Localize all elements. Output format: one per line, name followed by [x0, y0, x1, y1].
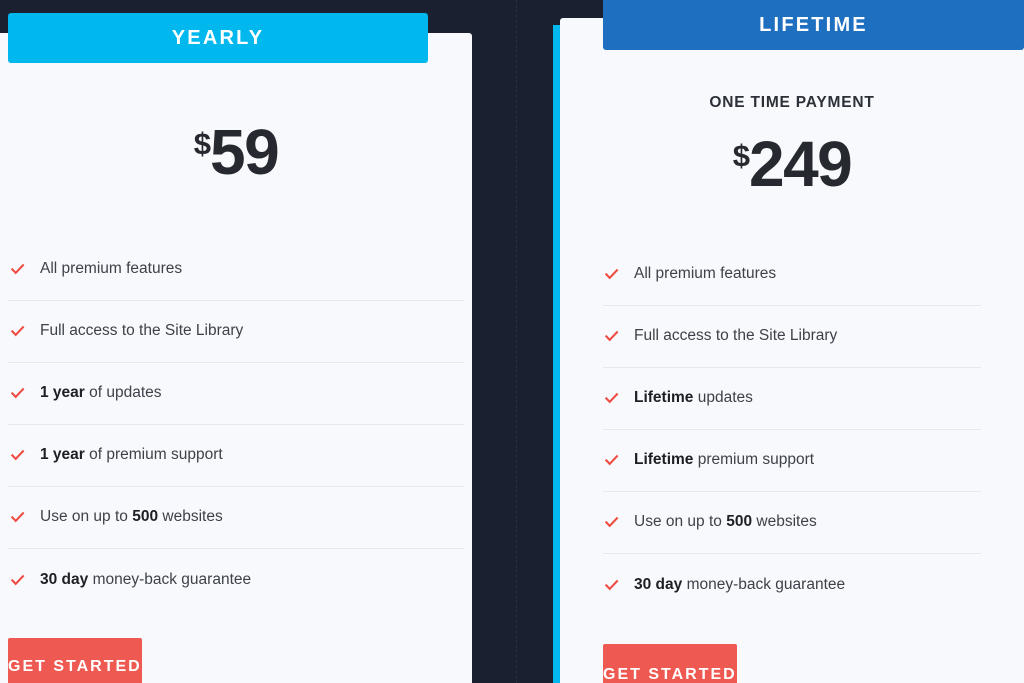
- check-icon: [10, 511, 25, 523]
- feature-label: Full access to the Site Library: [40, 322, 244, 340]
- check-icon: [604, 268, 619, 280]
- feature-item: Lifetime premium support: [603, 430, 981, 492]
- price-amount: 59: [210, 116, 280, 188]
- check-icon: [10, 574, 25, 585]
- feature-label: All premium features: [40, 260, 183, 278]
- pricing-card-lifetime: ONE TIME PAYMENT $249 All premium featur…: [560, 18, 1024, 683]
- check-icon: [10, 449, 25, 461]
- feature-item: 1 year of updates: [8, 363, 464, 425]
- price-amount: 249: [748, 128, 853, 200]
- background-dashed-divider: [516, 0, 517, 683]
- feature-label: Full access to the Site Library: [634, 327, 838, 345]
- check-icon: [10, 325, 25, 337]
- feature-item: Use on up to 500 websites: [603, 492, 981, 554]
- feature-label: 1 year of updates: [40, 384, 162, 402]
- check-icon: [10, 263, 25, 275]
- feature-item: Use on up to 500 websites: [8, 487, 464, 549]
- feature-label: Use on up to 500 websites: [40, 508, 223, 526]
- get-started-label: GET STARTED: [8, 657, 142, 675]
- feature-item: Lifetime updates: [603, 368, 981, 430]
- check-icon: [604, 392, 619, 404]
- check-icon: [604, 579, 619, 590]
- pricing-page: $59 All premium features Full access to t…: [0, 0, 1024, 683]
- feature-label: Use on up to 500 websites: [634, 513, 817, 531]
- feature-list-yearly: All premium features Full access to the S…: [0, 239, 472, 611]
- get-started-label: GET STARTED: [603, 665, 737, 683]
- feature-label: All premium features: [634, 265, 777, 283]
- feature-item: Full access to the Site Library: [8, 301, 464, 363]
- plan-subtitle-lifetime: ONE TIME PAYMENT: [709, 94, 875, 111]
- feature-label: Lifetime premium support: [634, 451, 815, 469]
- price-currency: $: [732, 138, 750, 173]
- feature-label: Lifetime updates: [634, 389, 753, 407]
- pricing-card-yearly: $59 All premium features Full access to t…: [0, 33, 472, 683]
- feature-item: All premium features: [8, 239, 464, 301]
- plan-name-yearly: YEARLY: [171, 27, 265, 49]
- feature-item: 30 day money-back guarantee: [603, 554, 981, 616]
- feature-label: 30 day money-back guarantee: [40, 570, 252, 588]
- get-started-button-yearly[interactable]: GET STARTED: [8, 638, 142, 683]
- lifetime-accent-strip: [553, 25, 560, 683]
- feature-item: Full access to the Site Library: [603, 306, 981, 368]
- check-icon: [604, 330, 619, 342]
- feature-item: 30 day money-back guarantee: [8, 549, 464, 611]
- check-icon: [604, 516, 619, 528]
- get-started-button-lifetime[interactable]: GET STARTED: [603, 644, 737, 683]
- feature-item: 1 year of premium support: [8, 425, 464, 487]
- plan-price-lifetime: $249: [560, 132, 1024, 196]
- feature-list-lifetime: All premium features Full access to the S…: [560, 244, 1024, 616]
- feature-label: 30 day money-back guarantee: [634, 575, 846, 593]
- plan-price-yearly: $59: [0, 120, 472, 184]
- check-icon: [604, 454, 619, 466]
- feature-item: All premium features: [603, 244, 981, 306]
- check-icon: [10, 387, 25, 399]
- plan-header-lifetime: LIFETIME: [603, 0, 1024, 50]
- plan-header-yearly: YEARLY: [8, 13, 428, 63]
- price-currency: $: [193, 126, 211, 161]
- plan-name-lifetime: LIFETIME: [759, 14, 868, 36]
- feature-label: 1 year of premium support: [40, 446, 223, 464]
